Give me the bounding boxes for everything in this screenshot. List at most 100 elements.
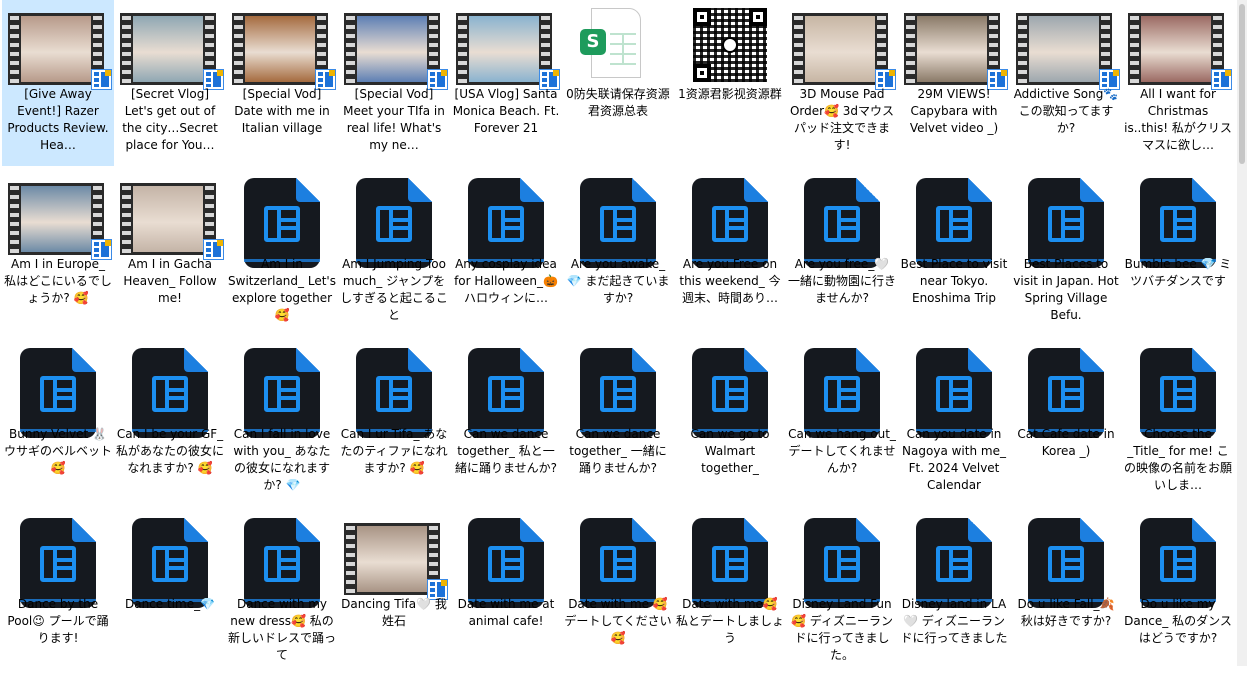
file-item[interactable]: Can I be your GF_ 私があなたの彼女になれますか? 🥰 <box>114 340 226 506</box>
file-item[interactable]: Date with me🥰 私とデートしましょう <box>674 510 786 676</box>
video-file-icon <box>692 348 768 438</box>
file-thumbnail <box>338 348 450 438</box>
file-item[interactable]: [Secret Vlog] Let's get out of the city…… <box>114 0 226 166</box>
file-name-label: Date with me🥰 私とデートしましょう <box>676 597 784 645</box>
video-file-icon <box>804 518 880 608</box>
page-fold <box>1080 348 1104 372</box>
file-item[interactable]: 3D Mouse Pad Order🥰 3dマウスパッド注文できます! <box>786 0 898 166</box>
file-item[interactable]: Are you Free on this weekend_ 今週末、時間あり… <box>674 170 786 336</box>
thumbnail-photo <box>21 186 91 252</box>
file-item[interactable]: 1资源君影视资源群 <box>674 0 786 166</box>
file-name-label: Bunny Velvet 🐰 ウサギのベルベット🥰 <box>4 427 112 475</box>
file-item[interactable]: Cat Cafe date in Korea _) <box>1010 340 1122 506</box>
file-item[interactable]: Bumble bee 💎 ミツバチダンスです <box>1122 170 1234 336</box>
video-file-icon <box>580 348 656 438</box>
file-item[interactable]: Am I in Switzerland_ Let's explore toget… <box>226 170 338 336</box>
vertical-scrollbar[interactable] <box>1237 0 1247 666</box>
page-fold <box>856 178 880 202</box>
file-item[interactable]: S 0防失联请保存资源君资源总表 <box>562 0 674 166</box>
film-frame-glyph <box>600 546 636 582</box>
file-thumbnail <box>226 8 338 90</box>
file-name-label: Am I in Switzerland_ Let's explore toget… <box>228 257 336 322</box>
film-frame-glyph <box>936 376 972 412</box>
file-item[interactable]: Am I Jumping Too much_ ジャンプをしすぎると起こること <box>338 170 450 336</box>
file-name-label: [Give Away Event!] Razer Products Review… <box>7 87 109 152</box>
film-frame-glyph <box>824 546 860 582</box>
file-thumbnail <box>114 8 226 90</box>
file-item[interactable]: Dance by the Pool😉 プールで踊ります! <box>2 510 114 676</box>
file-thumbnail <box>562 348 674 438</box>
video-thumbnail-image <box>120 13 216 85</box>
page-fold <box>968 518 992 542</box>
video-thumbnail-image <box>1016 13 1112 85</box>
film-strip-left <box>346 523 355 595</box>
file-item[interactable]: Best Places to visit in Japan. Hot Sprin… <box>1010 170 1122 336</box>
file-item[interactable]: [Special Vod] Meet your TIfa in real lif… <box>338 0 450 166</box>
film-strip-left <box>906 13 915 85</box>
file-item[interactable]: Disney land in LA🤍 ディズニーランドに行ってきました <box>898 510 1010 676</box>
video-file-icon <box>804 348 880 438</box>
file-name-label: Am I in Gacha Heaven_ Follow me! <box>123 257 217 305</box>
file-item[interactable]: Dance time_💎 <box>114 510 226 676</box>
file-item[interactable]: Can you date in Nagoya with me_ Ft. 2024… <box>898 340 1010 506</box>
file-name-label: Can I be your GF_ 私があなたの彼女になれますか? 🥰 <box>116 427 224 475</box>
page-fold <box>296 518 320 542</box>
file-item[interactable]: Date with me at animal cafe! <box>450 510 562 676</box>
video-file-icon <box>804 178 880 268</box>
file-item[interactable]: Dancing Tifa🤍 我姓石 <box>338 510 450 676</box>
file-name-label: Cat Cafe date in Korea _) <box>1017 427 1115 458</box>
file-item[interactable]: Date with me 🥰 デートしてください🥰 <box>562 510 674 676</box>
file-item[interactable]: [USA Vlog] Santa Monica Beach. Ft. Forev… <box>450 0 562 166</box>
file-thumbnail <box>226 178 338 268</box>
file-thumbnail <box>114 348 226 438</box>
file-name-label: Disney land in LA🤍 ディズニーランドに行ってきました <box>900 597 1008 645</box>
file-item[interactable]: Are you awake_💎 まだ起きていますか? <box>562 170 674 336</box>
file-item[interactable]: Addictive Song🐾この歌知ってますか? <box>1010 0 1122 166</box>
file-item[interactable]: Am I in Europe_ 私はどこにいるでしょうか? 🥰 <box>2 170 114 336</box>
file-item[interactable]: Best Place to visit near Tokyo. Enoshima… <box>898 170 1010 336</box>
file-name-label: Can I ur Tifa_ あなたのティファになれますか? 🥰 <box>340 427 448 475</box>
file-item[interactable]: Can we go to Walmart together_ <box>674 340 786 506</box>
page-fold <box>632 178 656 202</box>
file-item[interactable]: [Give Away Event!] Razer Products Review… <box>2 0 114 166</box>
file-thumbnail <box>1122 178 1234 268</box>
qr-finder-pattern <box>749 8 767 26</box>
file-item[interactable]: Are you free_🤍 一緒に動物園に行きませんか? <box>786 170 898 336</box>
thumbnail-photo <box>133 16 203 82</box>
video-file-icon <box>692 518 768 608</box>
file-item[interactable]: Disney Land Fun🥰 ディズニーランドに行ってきました。 <box>786 510 898 676</box>
file-item[interactable]: Can we dance together_ 一緒に踊りませんか? <box>562 340 674 506</box>
file-item[interactable]: Dance with my new dress🥰 私の新しいドレスで踊って <box>226 510 338 676</box>
file-thumbnail <box>450 348 562 438</box>
file-thumbnail <box>786 178 898 268</box>
video-file-icon <box>20 348 96 438</box>
file-item[interactable]: Do u like my Dance_ 私のダンスはどうですか? <box>1122 510 1234 676</box>
file-item[interactable]: Can we dance together_ 私と一緒に踊りませんか? <box>450 340 562 506</box>
file-item[interactable]: Am I in Gacha Heaven_ Follow me! <box>114 170 226 336</box>
file-item[interactable]: Bunny Velvet 🐰 ウサギのベルベット🥰 <box>2 340 114 506</box>
page-fold <box>520 178 544 202</box>
film-frame-glyph <box>40 546 76 582</box>
file-thumbnail <box>898 348 1010 438</box>
file-item[interactable]: [Special Vod] Date with me in Italian vi… <box>226 0 338 166</box>
file-item[interactable]: Choose the _Title_ for me! この映像の名前をお願いしま… <box>1122 340 1234 506</box>
video-thumbnail-image <box>792 13 888 85</box>
file-item[interactable]: Can we hang out_ デートしてくれませんか? <box>786 340 898 506</box>
file-item[interactable]: Can I ur Tifa_ あなたのティファになれますか? 🥰 <box>338 340 450 506</box>
file-name-label: Addictive Song🐾この歌知ってますか? <box>1013 87 1119 135</box>
file-item[interactable]: Can I fall in love with you_ あなたの彼女になれます… <box>226 340 338 506</box>
file-item[interactable]: Any cosplay idea for Halloween_🎃 ハロウィンに… <box>450 170 562 336</box>
file-name-label: 1资源君影视资源群 <box>678 87 782 101</box>
file-item[interactable]: All I want for Christmas is..this! 私がクリス… <box>1122 0 1234 166</box>
file-thumbnail <box>786 518 898 608</box>
file-thumbnail <box>1122 348 1234 438</box>
thumbnail-photo <box>1141 16 1211 82</box>
file-thumbnail <box>226 348 338 438</box>
file-thumbnail <box>450 518 562 608</box>
file-name-label: Can I fall in love with you_ あなたの彼女になれます… <box>233 427 331 492</box>
file-item[interactable]: Do u like Fall_🍂秋は好きですか? <box>1010 510 1122 676</box>
scrollbar-thumb[interactable] <box>1239 4 1245 164</box>
qr-code-image <box>693 8 767 82</box>
file-item[interactable]: 29M VIEWS! Capybara with Velvet video _) <box>898 0 1010 166</box>
file-name-label: [USA Vlog] Santa Monica Beach. Ft. Forev… <box>452 87 560 135</box>
